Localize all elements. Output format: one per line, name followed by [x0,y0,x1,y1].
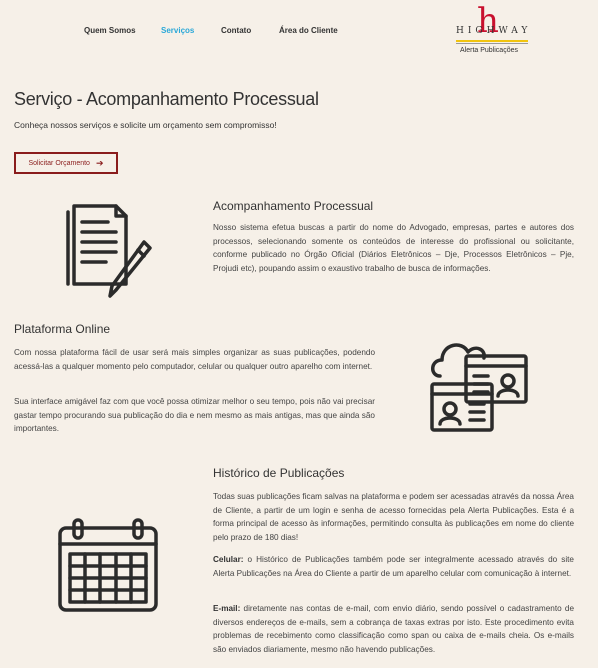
email-label: E-mail: [213,604,241,613]
nav-quem-somos[interactable]: Quem Somos [84,26,136,35]
logo-word: HIGHWAY [456,26,532,36]
section-acompanhamento-text: Nosso sistema efetua buscas a partir do … [213,223,574,273]
top-navigation: Quem Somos Serviços Contato Área do Clie… [0,0,598,60]
brand-logo[interactable]: h HIGHWAY Alerta Publicações [454,4,534,56]
section-historico-email: E-mail: diretamente nas contas de e-mail… [213,602,574,656]
page-subtitle: Conheça nossos serviços e solicite um or… [14,120,277,130]
section-historico-text-1: Todas suas publicações ficam salvas na p… [213,492,574,542]
section-acompanhamento-title: Acompanhamento Processual [213,199,374,213]
logo-stripe [456,40,528,42]
logo-stripe-thin [456,43,528,44]
section-plataforma-text-1: Com nossa plataforma fácil de usar será … [14,348,375,371]
section-plataforma-text-2: Sua interface amigável faz com que você … [14,397,375,433]
arrow-right-icon: ➔ [95,157,104,168]
request-quote-label: Solicitar Orçamento [28,159,90,167]
section-historico-celular: Celular: o Histórico de Publicações tamb… [213,553,574,580]
nav-servicos[interactable]: Serviços [161,26,194,35]
logo-tagline: Alerta Publicações [460,47,518,54]
page-title: Serviço - Acompanhamento Processual [14,89,319,109]
section-historico-title: Histórico de Publicações [213,466,345,480]
email-text: diretamente nas contas de e-mail, com en… [213,604,574,654]
calendar-icon [58,518,158,612]
documents-pencil-icon [66,204,152,298]
celular-text: o Histórico de Publicações também pode s… [213,555,574,578]
section-plataforma-title: Plataforma Online [14,322,111,336]
nav-contato[interactable]: Contato [221,26,251,35]
request-quote-button[interactable]: Solicitar Orçamento ➔ [14,152,118,174]
celular-label: Celular: [213,555,244,564]
cloud-profiles-icon [430,343,528,432]
nav-area-cliente[interactable]: Área do Cliente [279,26,338,35]
